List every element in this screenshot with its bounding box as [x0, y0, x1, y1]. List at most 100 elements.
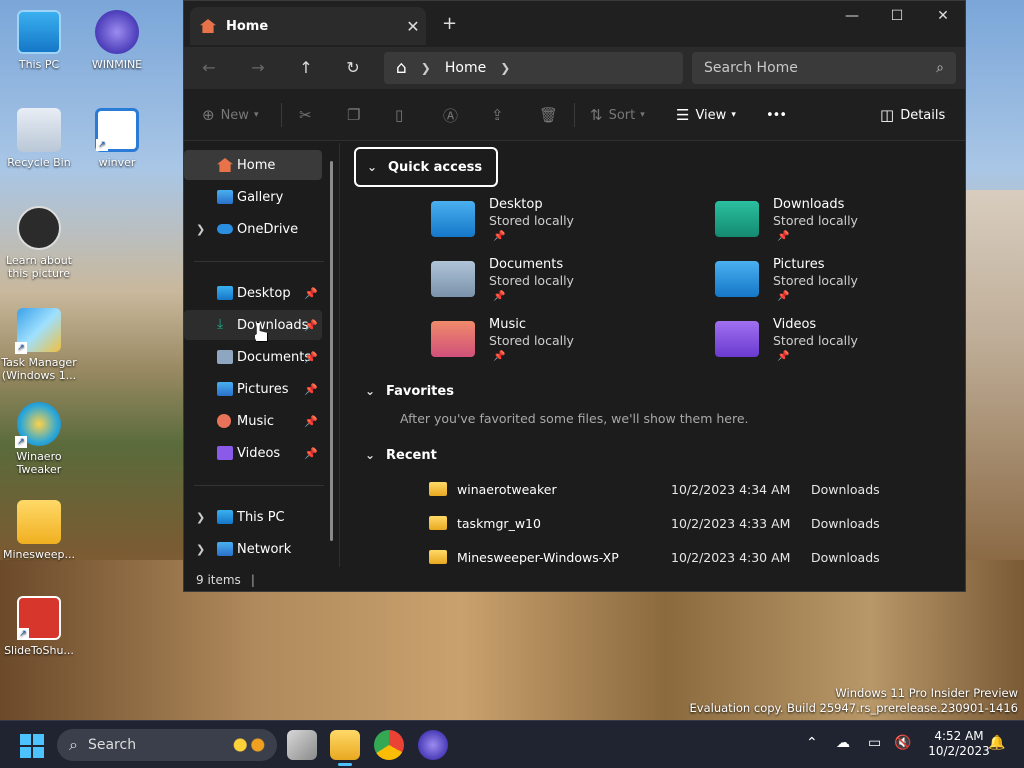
desktop-icon-winaero[interactable]: ↗ Winaero Tweaker	[0, 402, 78, 476]
up-arrow-icon[interactable]: ↑	[294, 56, 318, 80]
downloads-folder-icon	[715, 201, 759, 237]
title-bar[interactable]: Home ✕ + — ☐ ✕	[184, 1, 965, 47]
start-button[interactable]	[20, 734, 44, 758]
sidebar-item-onedrive[interactable]: ❯ OneDrive	[184, 214, 322, 244]
expand-chevron-icon[interactable]: ❯	[196, 543, 205, 556]
pin-icon[interactable]: 📌	[304, 383, 318, 396]
sidebar-item-desktop[interactable]: Desktop 📌	[184, 278, 322, 308]
desktop-icon-minesweeper-folder[interactable]: Minesweep...	[0, 500, 78, 561]
close-tab-icon[interactable]: ✕	[400, 17, 426, 36]
sidebar-item-music[interactable]: Music 📌	[184, 406, 322, 436]
task-view-icon[interactable]	[287, 730, 317, 760]
sidebar-item-this-pc[interactable]: ❯ This PC	[184, 502, 322, 532]
recent-file-name: taskmgr_w10	[457, 515, 541, 531]
pin-icon[interactable]: 📌	[304, 447, 318, 460]
quick-access-tile-documents[interactable]: Documents Stored locally 📌	[431, 257, 711, 313]
address-bar[interactable]: ⌂ ❯ Home ❯	[384, 52, 683, 84]
desktop-icon-winmine[interactable]: WINMINE	[78, 10, 156, 71]
address-path[interactable]: Home	[445, 60, 486, 76]
shortcut-arrow-icon: ↗	[15, 342, 27, 354]
share-button[interactable]: ⇪	[491, 103, 510, 127]
chevron-right-icon[interactable]: ❯	[500, 61, 510, 75]
back-arrow-icon[interactable]: ←	[197, 56, 221, 80]
details-button[interactable]: ◫ Details	[880, 103, 945, 127]
network-icon	[217, 542, 233, 556]
minesweeper-taskbar-icon[interactable]	[418, 730, 448, 760]
network-tray-icon[interactable]: ▭	[868, 735, 881, 751]
quick-access-tile-music[interactable]: Music Stored locally 📌	[431, 317, 711, 373]
quick-access-tile-downloads[interactable]: Downloads Stored locally 📌	[715, 197, 995, 253]
chevron-up-icon[interactable]: ⌃	[806, 735, 818, 751]
tab-home[interactable]: Home ✕	[190, 7, 426, 45]
chrome-icon[interactable]	[374, 730, 404, 760]
sidebar-item-documents[interactable]: Documents 📌	[184, 342, 322, 372]
sidebar-item-gallery[interactable]: Gallery	[184, 182, 322, 212]
cut-button[interactable]: ✂	[299, 103, 318, 127]
forward-arrow-icon[interactable]: →	[246, 56, 270, 80]
desktop-icon-slide-to-shutdown[interactable]: ↗ SlideToShu...	[0, 596, 78, 657]
expand-chevron-icon[interactable]: ❯	[196, 223, 205, 236]
desktop-icon-this-pc[interactable]: This PC	[0, 10, 78, 71]
search-highlight-icon	[227, 734, 271, 756]
pin-icon[interactable]: 📌	[304, 287, 318, 300]
sidebar-item-network[interactable]: ❯ Network	[184, 534, 322, 564]
pin-icon[interactable]: 📌	[304, 415, 318, 428]
tile-subtitle: Stored locally	[489, 213, 574, 228]
address-home-icon[interactable]: ⌂	[396, 58, 407, 78]
recent-header[interactable]: ⌄ Recent	[354, 435, 437, 475]
file-explorer-taskbar-icon[interactable]	[330, 730, 360, 766]
refresh-icon[interactable]: ↻	[341, 56, 365, 80]
desktop-icon-learn[interactable]: Learn about this picture	[0, 206, 78, 280]
more-options-button[interactable]: •••	[766, 103, 787, 127]
sidebar-item-home[interactable]: Home	[184, 150, 322, 180]
new-button[interactable]: ⊕ New ▾	[202, 103, 258, 127]
sidebar-item-label: Downloads	[237, 317, 309, 333]
delete-button[interactable]: 🗑	[539, 103, 564, 127]
desktop-icon-label: Recycle Bin	[7, 156, 71, 169]
pin-icon[interactable]: 📌	[304, 351, 318, 364]
onedrive-tray-icon[interactable]: ☁	[836, 735, 850, 751]
sidebar-item-downloads[interactable]: ⤓ Downloads 📌	[184, 310, 322, 340]
view-label: View	[695, 107, 727, 123]
favorites-header[interactable]: ⌄ Favorites	[354, 371, 454, 411]
quick-access-header[interactable]: ⌄ Quick access	[354, 147, 499, 187]
pin-icon[interactable]: 📌	[304, 319, 318, 332]
desktop-icon-recycle-bin[interactable]: Recycle Bin	[0, 108, 78, 169]
maximize-button[interactable]: ☐	[874, 5, 920, 29]
system-clock[interactable]: 4:52 AM 10/2/2023	[924, 729, 994, 759]
desktop-icon-winver[interactable]: ↗ winver	[78, 108, 156, 169]
sidebar-item-label: Pictures	[237, 381, 289, 397]
rename-button[interactable]: Ⓐ	[443, 103, 464, 127]
share-icon: ⇪	[491, 106, 504, 124]
recent-title: Recent	[386, 447, 437, 463]
close-button[interactable]: ✕	[920, 5, 966, 29]
copy-button[interactable]: ❐	[347, 103, 366, 127]
view-button[interactable]: ☰ View ▾	[676, 103, 736, 127]
new-tab-button[interactable]: +	[442, 13, 457, 34]
minimize-button[interactable]: —	[829, 5, 875, 29]
navigation-bar: ← → ↑ ↻ ⌂ ❯ Home ❯ Search Home ⌕	[184, 47, 965, 89]
search-input[interactable]: Search Home ⌕	[692, 52, 956, 84]
quick-access-tile-desktop[interactable]: Desktop Stored locally 📌	[431, 197, 711, 253]
sidebar-divider	[194, 261, 324, 262]
winver-icon: ↗	[95, 108, 139, 152]
desktop-icon-task-manager[interactable]: ↗ Task Manager (Windows 1...	[0, 308, 78, 382]
paste-button[interactable]: ▯	[395, 103, 409, 127]
sidebar-scrollbar[interactable]	[330, 161, 333, 541]
volume-muted-icon[interactable]: 🔇	[894, 735, 911, 751]
sort-button[interactable]: ⇅ Sort ▾	[590, 103, 645, 127]
sidebar-item-pictures[interactable]: Pictures 📌	[184, 374, 322, 404]
quick-access-tile-videos[interactable]: Videos Stored locally 📌	[715, 317, 995, 373]
taskbar-search-box[interactable]: ⌕ Search	[57, 729, 277, 761]
expand-chevron-icon[interactable]: ❯	[196, 511, 205, 524]
pin-icon: 📌	[493, 351, 506, 362]
sidebar-item-videos[interactable]: Videos 📌	[184, 438, 322, 468]
table-row[interactable]: winaerotweaker 10/2/2023 4:34 AM Downloa…	[429, 474, 959, 504]
table-row[interactable]: Minesweeper-Windows-XP 10/2/2023 4:30 AM…	[429, 542, 959, 572]
windows-logo-pane	[33, 734, 44, 745]
quick-access-tile-pictures[interactable]: Pictures Stored locally 📌	[715, 257, 995, 313]
music-icon	[217, 414, 231, 428]
table-row[interactable]: taskmgr_w10 10/2/2023 4:33 AM Downloads	[429, 508, 959, 538]
taskbar: ⌕ Search ⌃ ☁ ▭ 🔇 4:52 AM 10/2/2023 🔔	[0, 720, 1024, 768]
notification-bell-icon[interactable]: 🔔	[988, 735, 1005, 751]
